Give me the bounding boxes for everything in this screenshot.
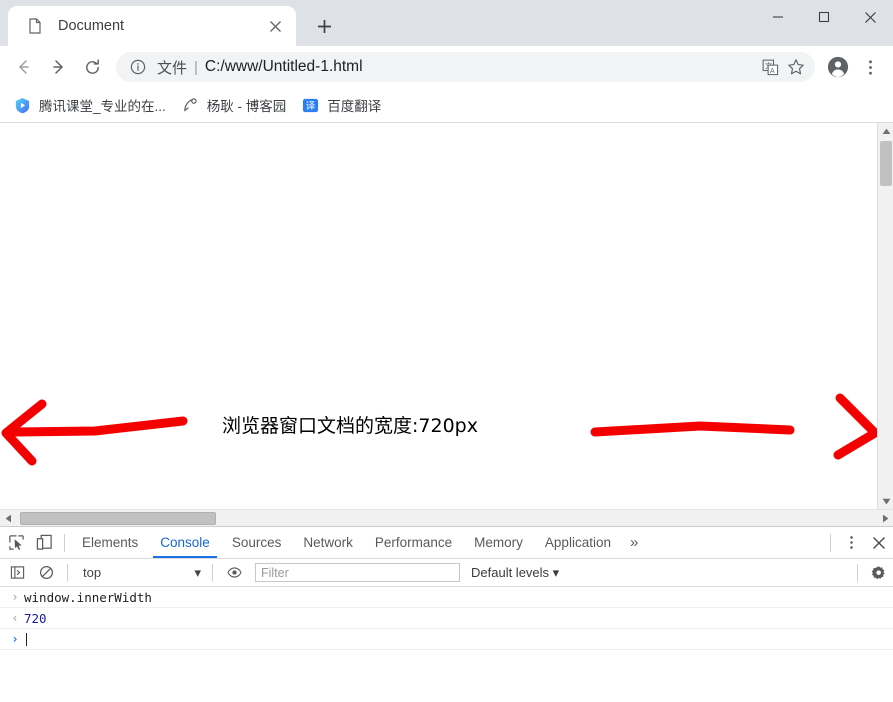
tencent-classroom-icon <box>14 97 31 114</box>
browser-tab-document[interactable]: Document <box>8 6 296 46</box>
more-tabs-icon[interactable]: » <box>622 534 646 551</box>
bookmark-label: 百度翻译 <box>327 99 382 114</box>
horizontal-scrollbar[interactable] <box>0 509 893 526</box>
info-circle-icon[interactable] <box>128 57 148 77</box>
profile-avatar-icon[interactable] <box>823 52 853 82</box>
maximize-icon[interactable] <box>801 0 847 34</box>
page-viewport: 浏览器窗口文档的宽度:720px <box>0 123 893 509</box>
divider <box>64 533 65 552</box>
translate-icon[interactable]: 文 A <box>757 54 783 80</box>
document-icon <box>26 17 44 35</box>
bookmarks-bar: 腾讯课堂_专业的在... 杨耿 - 博客园 译 百度翻译 <box>0 88 893 122</box>
horizontal-scroll-thumb[interactable] <box>20 512 216 525</box>
console-expression: window.innerWidth <box>24 589 152 605</box>
scroll-down-icon[interactable] <box>878 493 893 509</box>
vertical-scrollbar[interactable] <box>877 123 893 509</box>
bookmark-label: 杨耿 - 博客园 <box>206 99 287 114</box>
forward-button[interactable] <box>42 51 74 83</box>
divider <box>857 563 858 582</box>
scroll-up-icon[interactable] <box>878 123 893 139</box>
console-result-value: 720 <box>24 610 47 626</box>
devtools-panel: Elements Console Sources Network Perform… <box>0 526 893 702</box>
new-tab-button[interactable] <box>308 10 340 42</box>
inspect-element-icon[interactable] <box>2 529 30 557</box>
reload-button[interactable] <box>76 51 108 83</box>
right-arrow-annotation <box>590 393 877 460</box>
address-bar[interactable]: 文件 | C:/www/Untitled-1.html 文 A <box>116 52 815 82</box>
scroll-right-icon[interactable] <box>877 510 893 527</box>
console-filter-input[interactable]: Filter <box>255 563 460 582</box>
tab-memory[interactable]: Memory <box>463 527 534 558</box>
bookmark-label: 腾讯课堂_专业的在... <box>39 99 166 114</box>
log-levels-label: Default levels <box>471 564 550 580</box>
scroll-left-icon[interactable] <box>0 510 16 527</box>
device-toolbar-icon[interactable] <box>30 529 58 557</box>
vertical-scroll-thumb[interactable] <box>880 141 892 186</box>
page-content: 浏览器窗口文档的宽度:720px <box>0 123 877 509</box>
divider <box>67 563 68 582</box>
log-levels-select[interactable]: Default levels ▾ <box>471 565 559 581</box>
console-prompt-marker: › <box>11 632 19 646</box>
svg-text:译: 译 <box>306 100 316 111</box>
minimize-icon[interactable] <box>755 0 801 34</box>
console-output-marker: ‹ <box>11 611 19 625</box>
gear-icon[interactable] <box>865 559 893 587</box>
console-input-row: › window.innerWidth <box>0 587 893 608</box>
divider <box>212 563 213 582</box>
page-width-text: 浏览器窗口文档的宽度:720px <box>222 415 478 437</box>
annotation-arrows <box>1 393 877 466</box>
bookmark-item[interactable]: 腾讯课堂_专业的在... <box>6 91 174 119</box>
window-controls <box>755 0 893 34</box>
tab-strip: Document <box>0 0 893 46</box>
tab-elements[interactable]: Elements <box>71 527 149 558</box>
url-scheme-label: 文件 <box>157 59 188 77</box>
console-sidebar-icon[interactable] <box>3 559 31 587</box>
console-output[interactable]: › window.innerWidth ‹ 720 › <box>0 587 893 702</box>
divider <box>830 533 831 552</box>
cnblogs-icon <box>182 97 199 114</box>
url-text: C:/www/Untitled-1.html <box>204 58 363 75</box>
tab-title: Document <box>58 18 125 34</box>
text-cursor <box>26 632 27 646</box>
tab-application[interactable]: Application <box>534 527 622 558</box>
execution-context-select[interactable]: top ▾ <box>75 563 205 583</box>
baidu-translate-icon: 译 <box>302 97 319 114</box>
three-dot-menu-icon[interactable] <box>837 529 865 557</box>
live-expression-icon[interactable] <box>220 559 248 587</box>
browser-toolbar: 文件 | C:/www/Untitled-1.html 文 A <box>0 46 893 88</box>
browser-window: Document 文件 | C:/www/Untitled-1.html A 腾… <box>0 0 893 702</box>
console-input-marker: › <box>11 590 19 604</box>
chevron-down-icon: ▾ <box>552 564 560 580</box>
console-toolbar: top ▾ Filter Default levels ▾ <box>0 559 893 587</box>
star-icon[interactable] <box>783 54 809 80</box>
chevron-down-icon: ▾ <box>194 564 201 580</box>
bookmark-item[interactable]: 译 百度翻译 <box>294 91 389 119</box>
svg-text:A: A <box>769 65 774 74</box>
clear-console-icon[interactable] <box>32 559 60 587</box>
left-arrow-annotation <box>1 399 188 466</box>
console-prompt-row[interactable]: › <box>0 629 893 650</box>
devtools-tabbar: Elements Console Sources Network Perform… <box>0 527 893 559</box>
three-dot-menu-icon[interactable] <box>855 52 885 82</box>
close-icon[interactable] <box>264 15 286 37</box>
back-button[interactable] <box>8 51 40 83</box>
tab-network[interactable]: Network <box>292 527 364 558</box>
execution-context-value: top <box>83 565 102 580</box>
tab-console[interactable]: Console <box>149 527 221 558</box>
close-devtools-icon[interactable] <box>865 529 893 557</box>
tab-sources[interactable]: Sources <box>221 527 293 558</box>
url-separator: | <box>194 58 198 76</box>
tab-performance[interactable]: Performance <box>364 527 463 558</box>
bookmark-item[interactable]: 杨耿 - 博客园 <box>174 91 295 119</box>
close-icon[interactable] <box>847 0 893 34</box>
console-result-row: ‹ 720 <box>0 608 893 629</box>
